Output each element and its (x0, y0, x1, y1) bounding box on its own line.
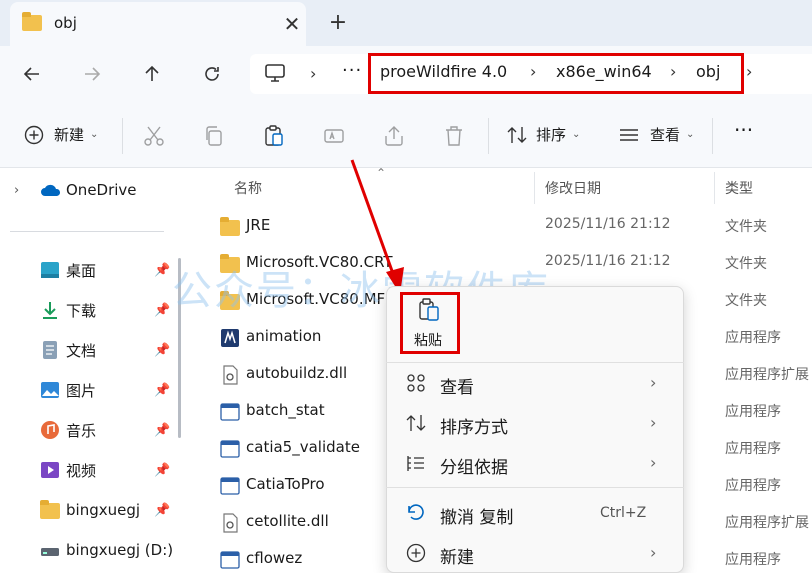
menu-item-view[interactable]: 查看 › (386, 364, 684, 404)
menu-item-label: 撤消 复制 (440, 508, 514, 528)
menu-item-label: 分组依据 (440, 458, 508, 478)
grid-icon (407, 374, 425, 392)
undo-icon (408, 504, 424, 520)
menu-item-shortcut: Ctrl+Z (600, 505, 647, 521)
menu-item-label: 新建 (440, 548, 474, 568)
chevron-right-icon: › (650, 373, 657, 392)
menu-item-new[interactable]: 新建 › (386, 534, 684, 573)
menu-item-undo-copy[interactable]: 撤消 复制 Ctrl+Z (386, 494, 684, 534)
divider (386, 362, 684, 363)
menu-item-sort-by[interactable]: 排序方式 › (386, 404, 684, 444)
chevron-right-icon: › (650, 543, 657, 562)
menu-item-label: 查看 (440, 378, 474, 398)
chevron-right-icon: › (650, 453, 657, 472)
add-icon (406, 543, 426, 563)
paste-button[interactable] (400, 292, 460, 354)
menu-item-group-by[interactable]: 分组依据 › (386, 444, 684, 484)
sort-icon (406, 415, 426, 431)
menu-item-label: 排序方式 (440, 418, 508, 438)
chevron-right-icon: › (650, 413, 657, 432)
group-icon (407, 456, 424, 471)
divider (386, 487, 684, 488)
